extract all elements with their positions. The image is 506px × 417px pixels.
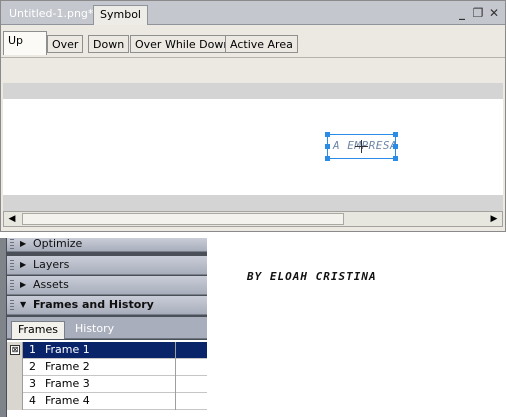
column-divider (175, 359, 176, 376)
frame-row[interactable]: 3 Frame 3 (7, 376, 207, 393)
group-label: Assets (33, 278, 69, 291)
column-divider (175, 342, 176, 359)
panel-group-layers[interactable]: ▶ Layers (7, 256, 207, 275)
frame-number: 1 (29, 343, 36, 356)
symbol-selection[interactable]: A EMPRESA (325, 132, 398, 161)
canvas-top-margin (1, 59, 505, 83)
frame-name: Frame 4 (45, 394, 90, 407)
column-divider (175, 376, 176, 393)
tab-frames[interactable]: Frames (11, 321, 66, 339)
onion-skin-gutter[interactable] (7, 393, 23, 410)
scroll-thumb[interactable] (22, 213, 344, 225)
restore-icon[interactable]: ❐ (471, 5, 485, 21)
resize-handle[interactable] (393, 144, 398, 149)
frame-number: 4 (29, 394, 36, 407)
group-label: Frames and History (33, 298, 154, 311)
onion-skin-gutter[interactable] (7, 359, 23, 376)
document-tab-bar: Untitled-1.png* Symbol _ ❐ ✕ (1, 1, 505, 26)
document-window: Untitled-1.png* Symbol _ ❐ ✕ Up Over Dow… (0, 0, 506, 232)
group-label: Layers (33, 258, 70, 271)
frames-history-tabs: Frames History (7, 317, 207, 339)
tab-symbol[interactable]: Symbol (93, 5, 148, 26)
minimize-icon[interactable]: _ (455, 5, 469, 21)
frame-row[interactable]: ⊠ 1 Frame 1 (7, 342, 207, 359)
tab-over[interactable]: Over (47, 35, 84, 53)
resize-handle[interactable] (325, 144, 330, 149)
onion-skin-icon[interactable]: ⊠ (10, 345, 20, 355)
close-icon[interactable]: ✕ (487, 5, 501, 21)
horizontal-scrollbar[interactable]: ◀ ▶ (3, 211, 503, 227)
frame-number: 2 (29, 360, 36, 373)
tab-untitled-1[interactable]: Untitled-1.png* (3, 5, 99, 25)
frame-row[interactable]: 4 Frame 4 (7, 393, 207, 410)
column-divider (175, 393, 176, 410)
frames-list: ⊠ 1 Frame 1 2 Frame 2 3 Frame 3 4 Frame … (7, 340, 207, 417)
tab-active-area[interactable]: Active Area (225, 35, 298, 53)
expand-arrow-icon: ▶ (20, 260, 27, 269)
expand-arrow-icon: ▶ (20, 280, 27, 289)
tab-down[interactable]: Down (88, 35, 130, 53)
frame-name: Frame 2 (45, 360, 90, 373)
frame-number: 3 (29, 377, 36, 390)
frame-name: Frame 1 (45, 343, 90, 356)
dock-rail (0, 238, 6, 417)
resize-handle[interactable] (325, 156, 330, 161)
expand-arrow-icon: ▶ (20, 239, 27, 248)
frame-row[interactable]: 2 Frame 2 (7, 359, 207, 376)
tab-history[interactable]: History (69, 321, 120, 339)
panel-group-assets[interactable]: ▶ Assets (7, 276, 207, 295)
canvas-stage[interactable] (3, 99, 503, 195)
scroll-right-icon[interactable]: ▶ (486, 212, 502, 226)
group-label: Optimize (33, 238, 83, 250)
crosshair-cursor-icon (355, 146, 368, 147)
grip-icon (10, 280, 14, 291)
panel-group-frames-history[interactable]: ▼ Frames and History (7, 296, 207, 315)
grip-icon (10, 260, 14, 271)
grip-icon (10, 300, 14, 311)
onion-skin-gutter[interactable] (7, 376, 23, 393)
author-signature: BY ELOAH CRISTINA (247, 270, 377, 283)
scroll-left-icon[interactable]: ◀ (4, 212, 20, 226)
tab-over-while-down[interactable]: Over While Down (130, 35, 236, 53)
grip-icon (10, 239, 14, 250)
frame-name: Frame 3 (45, 377, 90, 390)
tab-up[interactable]: Up (3, 31, 47, 55)
resize-handle[interactable] (393, 156, 398, 161)
canvas-gray-band (3, 83, 503, 99)
panel-group-optimize[interactable]: ▶ Optimize (7, 238, 207, 252)
canvas-gray-band-bottom (3, 195, 503, 211)
button-state-tabs: Up Over Down Over While Down Active Area (1, 25, 505, 58)
resize-handle[interactable] (325, 132, 330, 137)
collapse-arrow-icon: ▼ (20, 300, 27, 309)
resize-handle[interactable] (393, 132, 398, 137)
onion-skin-gutter[interactable]: ⊠ (7, 342, 23, 359)
